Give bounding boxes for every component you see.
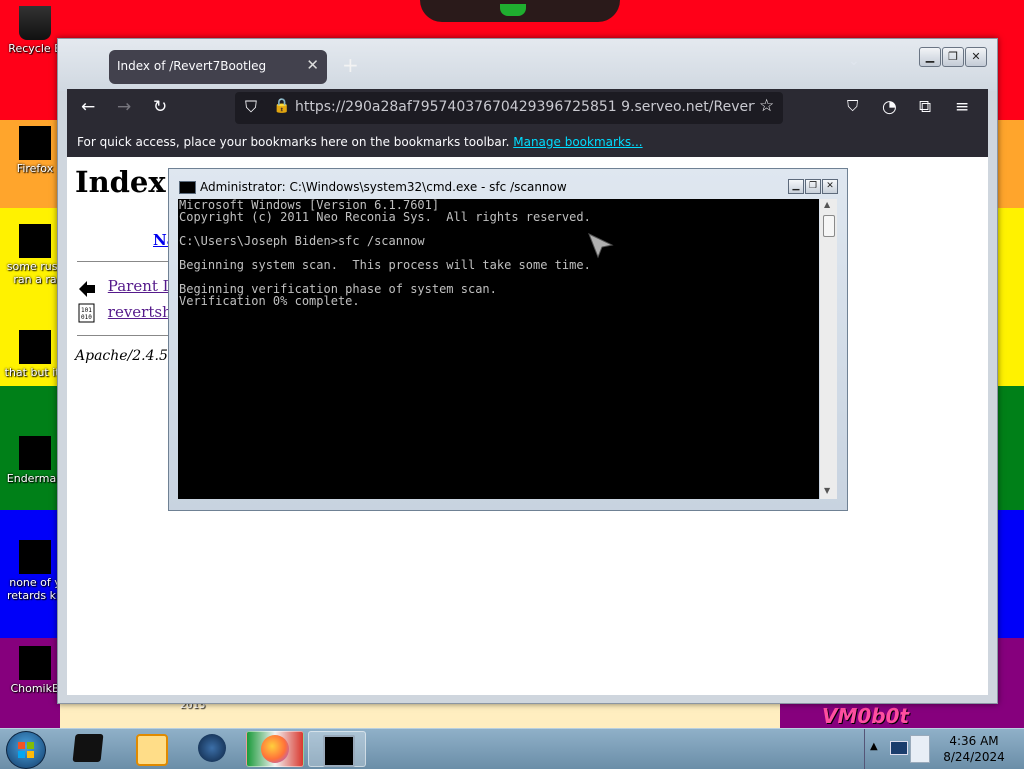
bookmarks-toolbar: For quick access, place your bookmarks h… (67, 127, 988, 157)
extensions-icon[interactable]: ⧉ (919, 97, 931, 117)
divider (77, 261, 177, 262)
wallpaper-green-shape (500, 4, 526, 16)
system-tray: ▲ (866, 731, 930, 765)
console-line: Verification 0% complete. (179, 294, 360, 308)
menu-hamburger-icon[interactable]: ≡ (955, 97, 969, 117)
wallpaper-brand-text: VM0b0t (822, 704, 910, 728)
lock-icon[interactable]: 🔒 (273, 98, 290, 114)
tab-title: Index of /Revert7Bootleg (117, 59, 267, 73)
server-signature: Apache/2.4.58 (75, 348, 177, 364)
folder-icon (19, 330, 51, 364)
chevron-down-icon[interactable]: ⌄ (848, 53, 860, 69)
close-tab-icon[interactable]: ✕ (306, 56, 319, 74)
console-scrollbar[interactable]: ▲ ▼ (820, 199, 837, 499)
divider (864, 729, 865, 769)
minimize-button[interactable]: ▁ (919, 47, 941, 67)
binary-file-icon: 101010 (78, 303, 95, 323)
recycle-bin-icon (19, 6, 51, 40)
media-player-icon (136, 734, 168, 766)
console-output[interactable]: Microsoft Windows [Version 6.1.7601] Cop… (178, 199, 819, 499)
cmd-close-button[interactable]: ✕ (822, 179, 838, 194)
show-hidden-icons-icon[interactable]: ▲ (870, 741, 878, 752)
file-icon (19, 224, 51, 258)
url-text[interactable]: https://290a28af79574037670429396725851 … (295, 99, 755, 115)
scroll-up-icon[interactable]: ▲ (824, 200, 830, 209)
file-icon (19, 540, 51, 574)
bookmarks-toolbar-message: For quick access, place your bookmarks h… (77, 135, 643, 149)
wallpaper-cream-shape (60, 700, 780, 728)
network-icon[interactable] (890, 741, 908, 755)
back-icon (79, 281, 95, 297)
svg-text:101: 101 (81, 307, 92, 314)
taskbar-app-media-player[interactable] (122, 731, 178, 766)
navigation-toolbar: ← → ↻ ⛉ 🔒 https://290a28af79574037670429… (67, 89, 988, 127)
start-button[interactable] (6, 731, 46, 769)
cmd-icon (179, 181, 196, 194)
account-icon[interactable]: ◔ (882, 97, 897, 117)
close-button[interactable]: ✕ (965, 47, 987, 67)
windows-logo-icon (18, 742, 34, 758)
scroll-down-icon[interactable]: ▼ (824, 486, 830, 495)
console-line: Beginning system scan. This process will… (179, 258, 591, 272)
taskbar-app-cmd[interactable] (308, 731, 366, 767)
firefox-icon (19, 126, 51, 160)
manage-bookmarks-link[interactable]: Manage bookmarks... (513, 135, 642, 149)
taskbar-app-firefox[interactable] (246, 731, 304, 767)
star-bookmark-icon[interactable]: ☆ (759, 96, 774, 116)
clock[interactable]: 4:36 AM 8/24/2024 (930, 733, 1018, 765)
cmd-minimize-button[interactable]: ▁ (788, 179, 804, 194)
cmd-icon (323, 735, 355, 767)
taskbar-app-globe[interactable] (184, 731, 240, 765)
shield-icon[interactable]: ⛉ (245, 97, 257, 117)
program-icon (19, 436, 51, 470)
divider (77, 335, 177, 336)
terminal-icon (72, 734, 104, 762)
tab-index-of-revert7bootleg[interactable]: Index of /Revert7Bootleg ✕ (109, 50, 327, 84)
reload-icon[interactable]: ↻ (153, 97, 167, 117)
forward-arrow-icon[interactable]: → (117, 97, 131, 117)
console-text: Microsoft Windows [Version 6.1.7601] Cop… (179, 199, 591, 307)
globe-icon (198, 734, 226, 762)
mouse-cursor-icon (588, 233, 614, 259)
taskbar-app-terminal[interactable] (60, 731, 116, 765)
cmd-maximize-button[interactable]: ❐ (805, 179, 821, 194)
url-bar[interactable]: ⛉ 🔒 https://290a28af79574037670429396725… (235, 92, 783, 124)
cmd-window: Administrator: C:\Windows\system32\cmd.e… (168, 168, 848, 511)
bookmarks-hint-text: For quick access, place your bookmarks h… (77, 135, 510, 149)
hamster-icon (19, 646, 51, 680)
pocket-icon[interactable]: ⛉ (847, 97, 858, 115)
clock-date: 8/24/2024 (943, 750, 1005, 764)
console-line: C:\Users\Joseph Biden>sfc /scannow (179, 234, 425, 248)
taskbar: ▲ 4:36 AM 8/24/2024 (0, 728, 1024, 769)
action-center-icon[interactable] (910, 735, 930, 763)
firefox-icon (261, 735, 289, 763)
back-arrow-icon[interactable]: ← (81, 97, 95, 117)
cmd-title: Administrator: C:\Windows\system32\cmd.e… (200, 180, 567, 194)
scrollbar-thumb[interactable] (823, 215, 835, 237)
new-tab-icon[interactable]: + (342, 53, 359, 77)
tab-strip: Index of /Revert7Bootleg ✕ + ⌄ ▁ ❐ ✕ (58, 39, 997, 91)
maximize-button[interactable]: ❐ (942, 47, 964, 67)
clock-time: 4:36 AM (949, 734, 999, 748)
svg-text:010: 010 (81, 314, 92, 321)
console-line: Copyright (c) 2011 Neo Reconia Sys. All … (179, 210, 591, 224)
